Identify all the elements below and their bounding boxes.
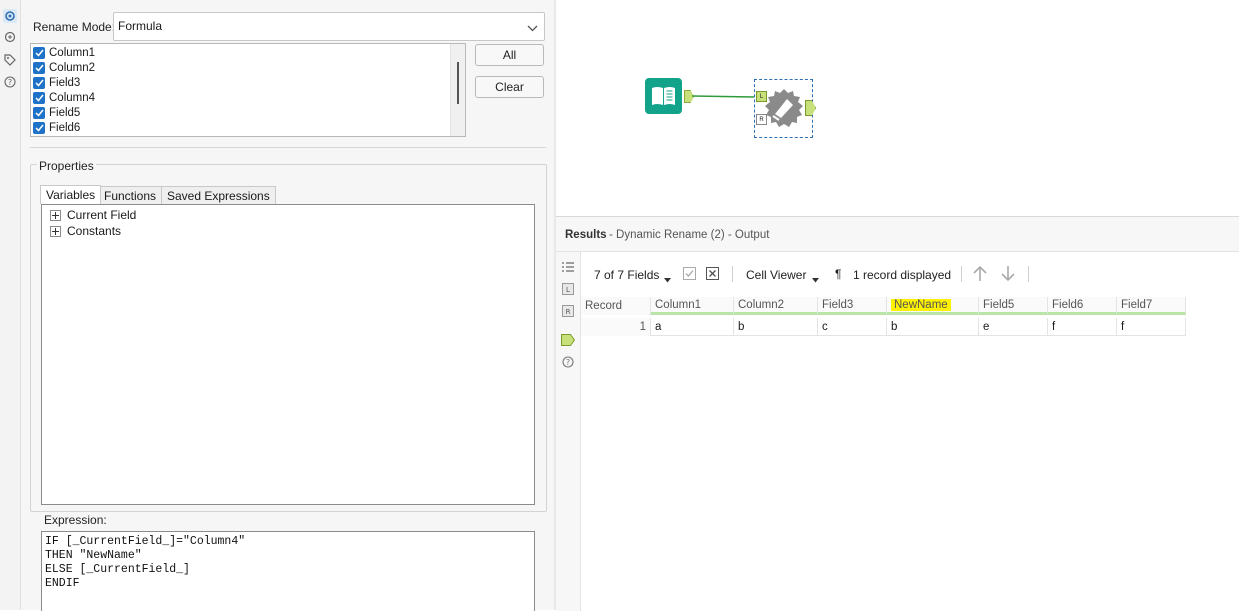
- book-icon: [652, 87, 675, 105]
- list-item[interactable]: Field6: [33, 120, 80, 135]
- workflow-canvas[interactable]: L R: [556, 0, 1239, 216]
- table-cell[interactable]: f: [1117, 318, 1186, 336]
- tab-saved-expressions[interactable]: Saved Expressions: [161, 186, 276, 204]
- column-header-newname[interactable]: NewName: [887, 297, 979, 315]
- svg-text:?: ?: [8, 78, 12, 87]
- expand-plus-icon[interactable]: [50, 209, 61, 221]
- expression-editor[interactable]: IF [_CurrentField_]="Column4" THEN "NewN…: [41, 531, 535, 611]
- expression-line: THEN "NewName": [45, 549, 142, 562]
- tag-icon[interactable]: [3, 53, 17, 67]
- annotation-icon[interactable]: [3, 30, 17, 44]
- expression-line: IF [_CurrentField_]="Column4": [45, 535, 246, 548]
- column-header[interactable]: Field5: [979, 297, 1048, 315]
- list-scrollbar-thumb[interactable]: [457, 62, 459, 104]
- toolbar-separator: [1028, 266, 1029, 282]
- tab-functions[interactable]: Functions: [98, 186, 163, 204]
- configuration-panel: Rename Mode: Formula Column1 Column2 Fie…: [21, 0, 555, 611]
- clear-button[interactable]: Clear: [475, 76, 544, 98]
- connection-line[interactable]: [692, 92, 762, 100]
- tab-variables[interactable]: Variables: [40, 185, 102, 204]
- list-item[interactable]: Field3: [33, 75, 80, 90]
- expression-line: ENDIF: [45, 577, 80, 590]
- results-icon-rail: L R ?: [556, 252, 581, 611]
- rename-mode-dropdown[interactable]: Formula: [113, 12, 545, 41]
- list-view-icon[interactable]: [561, 260, 575, 274]
- results-title: Results: [565, 229, 607, 241]
- toolbar-separator: [961, 266, 962, 282]
- variables-tree[interactable]: Current Field Constants: [41, 204, 535, 505]
- properties-label: Properties: [37, 159, 96, 173]
- tree-item-constants[interactable]: Constants: [50, 224, 121, 238]
- checklist-icon[interactable]: [683, 267, 696, 283]
- expression-line: ELSE [_CurrentField_]: [45, 563, 190, 576]
- list-item[interactable]: Column1: [33, 45, 95, 60]
- rename-mode-value: Formula: [118, 19, 163, 33]
- checkbox-checked-icon[interactable]: [33, 91, 45, 104]
- dynamic-rename-icon: [765, 89, 803, 127]
- column-header[interactable]: Field3: [818, 297, 887, 315]
- table-cell[interactable]: f: [1048, 318, 1117, 336]
- help-icon[interactable]: ?: [561, 355, 575, 369]
- svg-text:?: ?: [566, 358, 570, 367]
- caret-down-icon[interactable]: [812, 272, 819, 286]
- table-cell[interactable]: b: [734, 318, 818, 336]
- list-item[interactable]: Field5: [33, 105, 80, 120]
- svg-text:L: L: [566, 286, 570, 294]
- column-header-record[interactable]: Record: [581, 297, 651, 315]
- dynamic-rename-tool[interactable]: L R: [754, 79, 816, 138]
- chevron-down-icon: [527, 21, 538, 35]
- svg-text:R: R: [566, 308, 571, 316]
- fields-selector[interactable]: 7 of 7 Fields: [594, 268, 659, 282]
- expression-label: Expression:: [44, 513, 107, 527]
- tree-item-current-field[interactable]: Current Field: [50, 208, 136, 222]
- column-header[interactable]: Column1: [651, 297, 734, 315]
- list-item[interactable]: Column4: [33, 90, 95, 105]
- toolbar-separator: [732, 266, 733, 282]
- column-header[interactable]: Column2: [734, 297, 818, 315]
- output-anchor[interactable]: [805, 100, 816, 116]
- table-cell[interactable]: b: [887, 318, 979, 336]
- configuration-gear-icon[interactable]: [3, 9, 17, 23]
- record-number: 1: [581, 318, 651, 336]
- cell-viewer-dropdown[interactable]: Cell Viewer: [746, 268, 806, 282]
- checkbox-checked-icon[interactable]: [33, 46, 45, 59]
- records-displayed: 1 record displayed: [853, 268, 952, 282]
- help-icon[interactable]: ?: [3, 75, 17, 89]
- tool-icon-rail: ?: [0, 0, 21, 610]
- table-cell[interactable]: e: [979, 318, 1048, 336]
- select-all-button[interactable]: All: [475, 44, 544, 66]
- input-data-tool[interactable]: [645, 78, 682, 114]
- checkbox-checked-icon[interactable]: [33, 121, 45, 134]
- arrow-up-icon[interactable]: [972, 265, 988, 285]
- right-anchor-icon[interactable]: R: [561, 304, 575, 318]
- table-cell[interactable]: a: [651, 318, 734, 336]
- results-pane: Results - Dynamic Rename (2) - Output L …: [556, 216, 1239, 611]
- list-item[interactable]: Column2: [33, 60, 95, 75]
- arrow-down-icon[interactable]: [1000, 265, 1016, 285]
- checkbox-checked-icon[interactable]: [33, 106, 45, 119]
- divider: [30, 147, 546, 148]
- checkbox-checked-icon[interactable]: [33, 61, 45, 74]
- column-header[interactable]: Field6: [1048, 297, 1117, 315]
- pilcrow-icon[interactable]: ¶: [835, 267, 841, 281]
- left-anchor-icon[interactable]: L: [561, 282, 575, 296]
- column-header[interactable]: Field7: [1117, 297, 1186, 315]
- results-header: Results - Dynamic Rename (2) - Output: [556, 217, 1239, 252]
- output-anchor-icon[interactable]: [561, 333, 575, 347]
- results-subtitle: - Dynamic Rename (2) - Output: [609, 229, 770, 241]
- checkbox-checked-icon[interactable]: [33, 76, 45, 89]
- table-cell[interactable]: c: [818, 318, 887, 336]
- caret-down-icon[interactable]: [664, 272, 671, 286]
- rename-mode-label: Rename Mode:: [33, 20, 116, 34]
- field-checklist[interactable]: Column1 Column2 Field3 Column4 Field5 Fi…: [30, 43, 466, 137]
- expand-plus-icon[interactable]: [50, 225, 61, 237]
- deselect-icon[interactable]: [706, 267, 719, 283]
